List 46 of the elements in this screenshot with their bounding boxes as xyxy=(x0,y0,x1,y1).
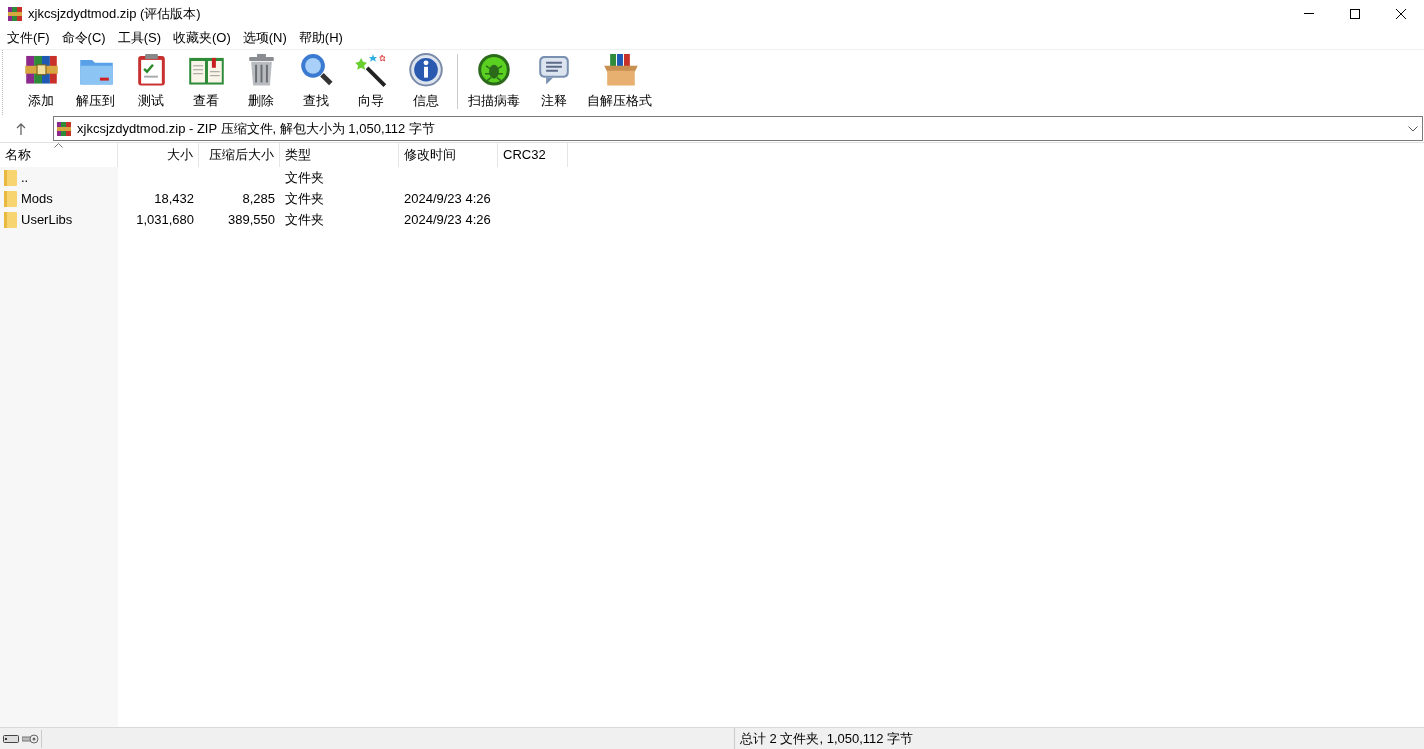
menu-item[interactable]: 工具(S) xyxy=(111,27,167,49)
bug-icon xyxy=(476,52,512,88)
window-title: xjkcsjzdydtmod.zip (评估版本) xyxy=(28,4,201,23)
menu-item[interactable]: 选项(N) xyxy=(236,27,293,49)
minimize-icon xyxy=(1304,13,1314,14)
table-cell-text: 2024/9/23 4:26 xyxy=(404,189,491,208)
up-arrow-icon xyxy=(16,122,26,135)
table-cell-text: 文件夹 xyxy=(285,168,324,187)
close-icon xyxy=(1396,8,1406,19)
toolbar-button[interactable]: 查看 xyxy=(178,52,233,110)
column-header[interactable]: 名称 xyxy=(0,143,118,167)
table-cell-text: 389,550 xyxy=(228,210,275,229)
sort-up-icon xyxy=(54,143,63,148)
status-text: 总计 2 文件夹, 1,050,112 字节 xyxy=(740,729,914,748)
info-icon xyxy=(407,52,444,88)
archive-icon xyxy=(56,120,72,137)
toolbar-button[interactable]: 扫描病毒 xyxy=(462,52,526,110)
key-icon xyxy=(22,733,39,744)
menu-item[interactable]: 收藏夹(O) xyxy=(167,27,237,49)
table-cell-text: 文件夹 xyxy=(285,210,324,229)
table-cell-text: 8,285 xyxy=(242,189,275,208)
path-text: xjkcsjzdydtmod.zip - ZIP 压缩文件, 解包大小为 1,050,112 字节 xyxy=(77,119,435,138)
toolbar-button[interactable]: 测试 xyxy=(123,52,178,110)
file-name[interactable]: .. xyxy=(21,167,29,188)
menu-item[interactable]: 文件(F) xyxy=(1,27,56,49)
menu-item[interactable]: 命令(C) xyxy=(55,27,112,49)
toolbar-button[interactable]: 删除 xyxy=(233,52,288,110)
archive-icon xyxy=(7,5,23,22)
file-name[interactable]: UserLibs xyxy=(21,209,73,230)
file-name[interactable]: Mods xyxy=(21,188,53,209)
menu-item[interactable]: 帮助(H) xyxy=(292,27,349,49)
path-field[interactable]: xjkcsjzdydtmod.zip - ZIP 压缩文件, 解包大小为 1,050,112 字节 xyxy=(53,116,1423,141)
toolbar-button[interactable]: 信息 xyxy=(398,52,453,110)
dropdown-caret-icon[interactable] xyxy=(1408,125,1418,132)
table-cell-text: 文件夹 xyxy=(285,189,324,208)
toolbar-button[interactable]: 向导 xyxy=(343,52,398,110)
table-cell-text: 1,031,680 xyxy=(136,210,194,229)
toolbar-button[interactable]: 添加 xyxy=(13,52,68,110)
toolbar-button[interactable]: 查找 xyxy=(288,52,343,110)
table-cell-text: 18,432 xyxy=(154,189,194,208)
drive-icon xyxy=(3,734,19,743)
table-cell-text: 2024/9/23 4:26 xyxy=(404,210,491,229)
toolbar-button[interactable]: 解压到 xyxy=(68,52,123,110)
toolbar-button[interactable]: 自解压格式 xyxy=(581,52,658,110)
maximize-icon xyxy=(1350,8,1360,19)
toolbar-button[interactable]: 注释 xyxy=(526,52,581,110)
